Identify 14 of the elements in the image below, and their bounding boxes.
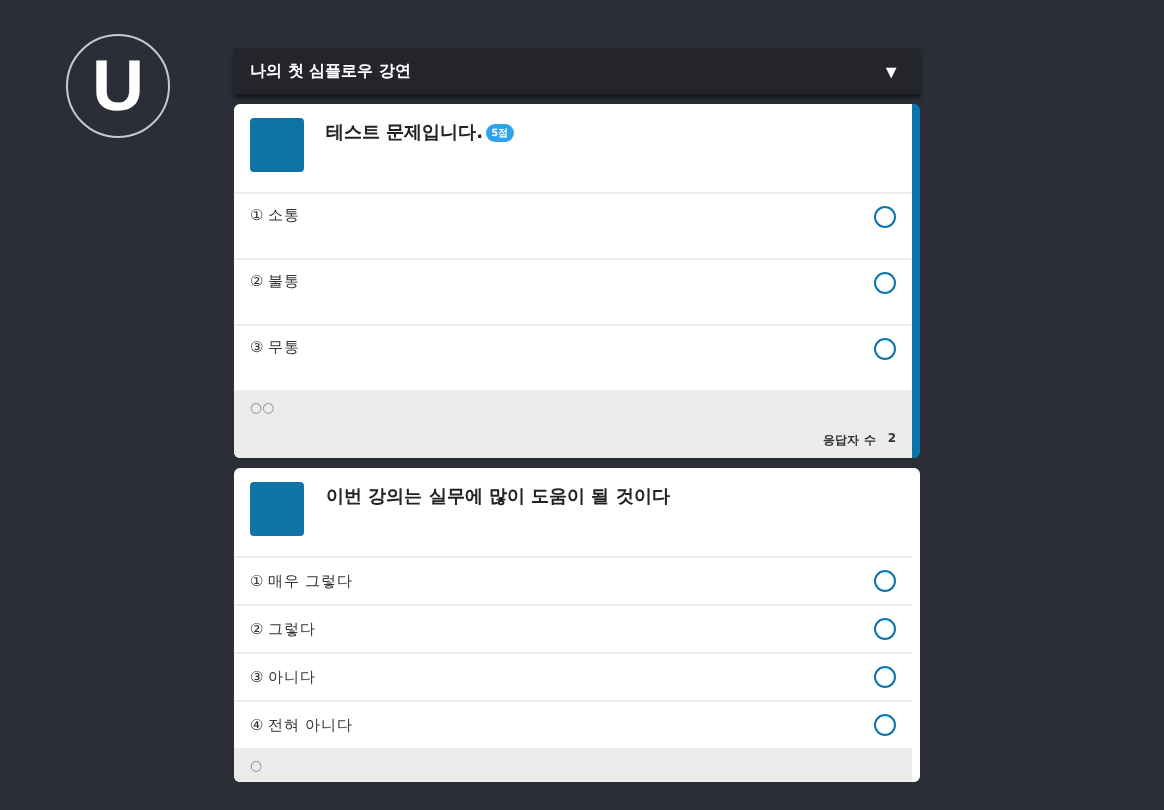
question-thumbnail [250, 118, 304, 172]
radio-button[interactable] [874, 570, 896, 592]
radio-button[interactable] [874, 618, 896, 640]
question-title: 이번 강의는 실무에 많이 도움이 될 것이다 [326, 485, 670, 509]
question-title: 테스트 문제입니다. [326, 121, 484, 145]
radio-button[interactable] [874, 714, 896, 736]
course-title: 나의 첫 심플로우 강연 [250, 60, 411, 82]
dropdown-toggle[interactable]: ▼ [878, 61, 904, 81]
question-thumbnail [250, 482, 304, 536]
radio-button[interactable] [874, 206, 896, 228]
radio-button[interactable] [874, 338, 896, 360]
radio-button[interactable] [874, 666, 896, 688]
radio-button[interactable] [874, 272, 896, 294]
logo-icon: U [66, 34, 170, 138]
